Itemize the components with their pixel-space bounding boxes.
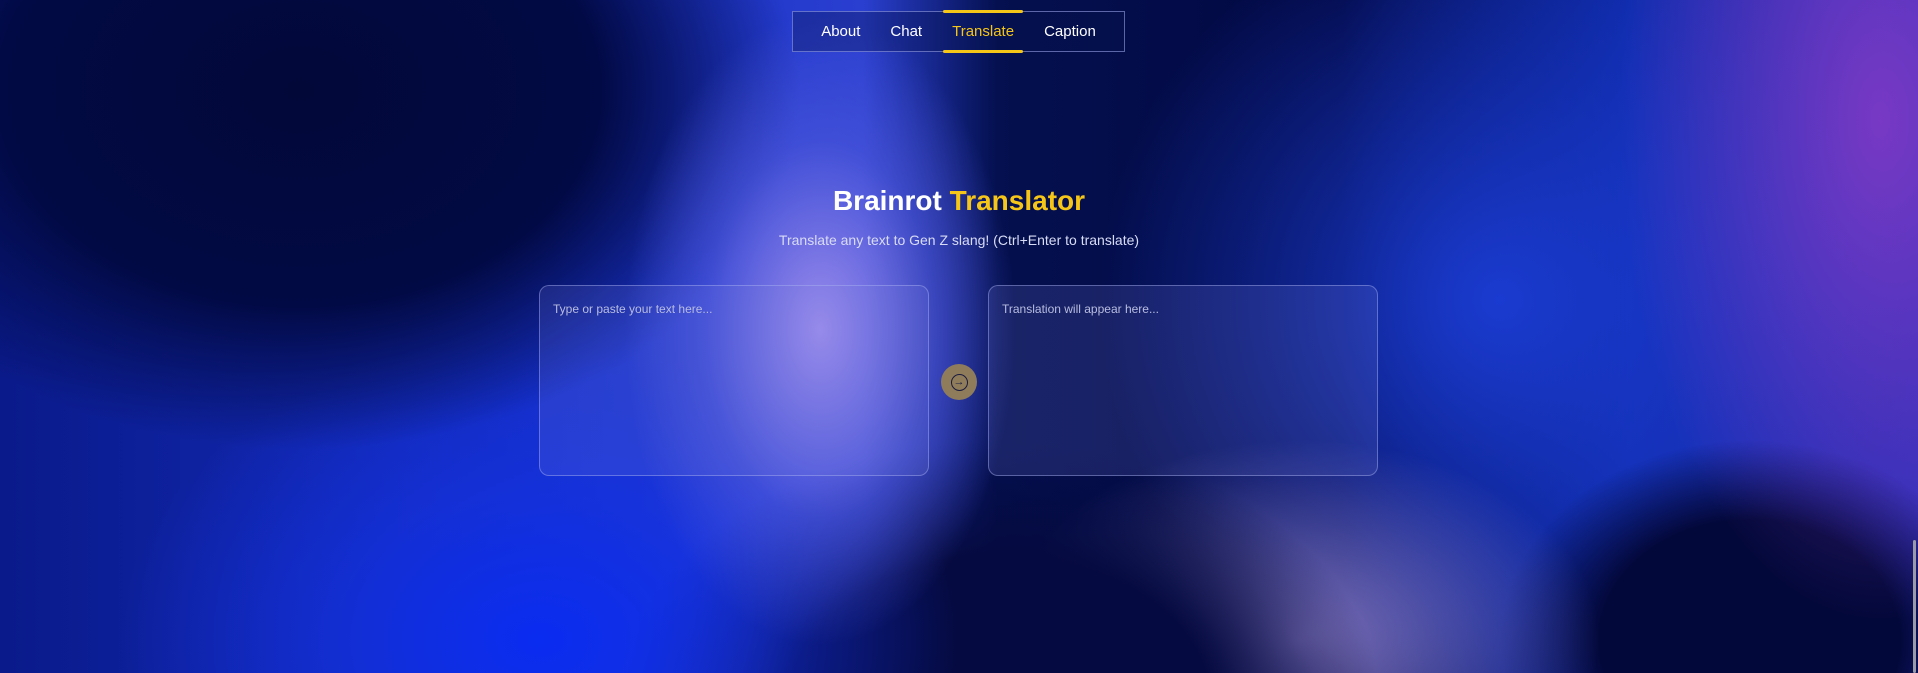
nav-caption[interactable]: Caption xyxy=(1029,12,1111,51)
source-text-input[interactable] xyxy=(539,285,929,476)
nav-chat[interactable]: Chat xyxy=(875,12,937,51)
main-nav: About Chat Translate Caption xyxy=(792,10,1125,53)
scrollbar[interactable] xyxy=(1913,540,1916,673)
nav-about[interactable]: About xyxy=(806,12,875,51)
page-subtitle: Translate any text to Gen Z slang! (Ctrl… xyxy=(778,232,1140,248)
arrow-right-circle-icon: → xyxy=(950,373,968,391)
nav-translate[interactable]: Translate xyxy=(937,10,1029,53)
page-title: Brainrot Translator xyxy=(0,185,1918,217)
translate-button[interactable]: → xyxy=(941,364,977,400)
translation-output[interactable] xyxy=(988,285,1378,476)
title-accent: Translator xyxy=(949,185,1086,216)
title-main: Brainrot xyxy=(832,185,942,216)
